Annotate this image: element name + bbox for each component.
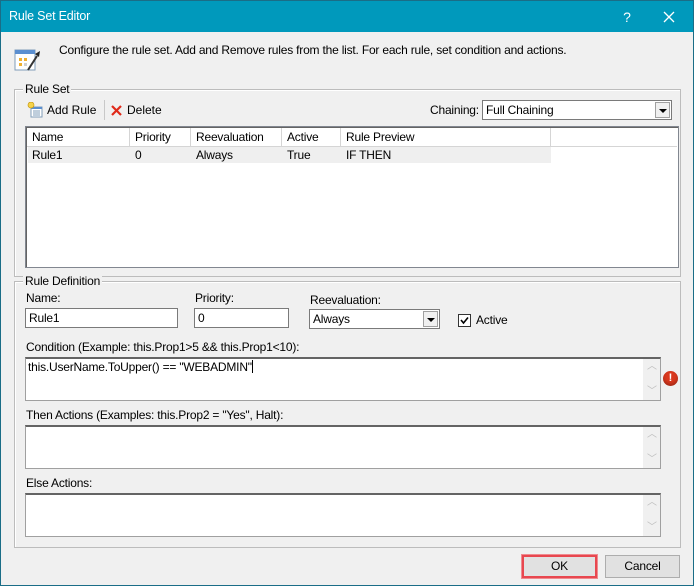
rules-list-header: Name Priority Reevaluation Active Rule P… [27,128,677,147]
chevron-down-icon[interactable] [655,102,670,118]
scroll-down-icon[interactable]: ﹀ [647,455,657,465]
priority-label: Priority: [195,291,234,305]
chaining-label: Chaining: [430,103,479,117]
priority-value: 0 [198,311,205,325]
cell-name: Rule1 [32,148,63,162]
close-button[interactable] [657,5,681,29]
name-input[interactable]: Rule1 [25,308,178,328]
active-label[interactable]: Active [476,313,508,327]
column-header-filler [551,128,678,146]
then-actions-label: Then Actions (Examples: this.Prop2 = "Ye… [26,408,284,422]
rule-set-icon [14,46,40,72]
header-description: Configure the rule set. Add and Remove r… [59,43,567,57]
else-actions-scrollbar[interactable]: ︿ ﹀ [643,495,660,536]
reevaluation-label: Reevaluation: [310,293,381,307]
name-label: Name: [26,291,61,305]
condition-input[interactable]: this.UserName.ToUpper() == "WEBADMIN" ︿ … [25,357,661,401]
priority-input[interactable]: 0 [194,308,289,328]
active-checkbox[interactable] [458,314,471,327]
add-rule-label: Add Rule [47,103,97,117]
scroll-up-icon[interactable]: ︿ [647,498,657,508]
toolbar-separator [104,100,105,120]
cell-preview: IF THEN [346,148,392,162]
cell-active: True [287,148,311,162]
error-icon[interactable]: ! [663,371,678,386]
delete-icon [111,104,122,116]
rule-set-editor-dialog: Rule Set Editor ? Configure the rule set… [0,0,694,586]
reevaluation-dropdown[interactable]: Always [309,309,440,329]
reevaluation-value: Always [313,312,350,326]
scroll-up-icon[interactable]: ︿ [647,430,657,440]
chaining-value: Full Chaining [486,103,554,117]
column-header-rule-preview[interactable]: Rule Preview [341,128,551,146]
chaining-dropdown[interactable]: Full Chaining [482,100,672,120]
rules-list[interactable]: Name Priority Reevaluation Active Rule P… [25,126,679,268]
else-actions-input[interactable]: ︿ ﹀ [25,493,661,537]
then-actions-input[interactable]: ︿ ﹀ [25,425,661,469]
condition-scrollbar[interactable]: ︿ ﹀ [643,359,660,400]
name-value: Rule1 [29,311,60,325]
table-row[interactable]: Rule1 0 Always True IF THEN [28,147,551,163]
column-header-active[interactable]: Active [282,128,341,146]
delete-button[interactable]: Delete [110,103,162,117]
ok-button[interactable]: OK [521,554,598,579]
column-header-name[interactable]: Name [27,128,130,146]
add-rule-icon [27,102,43,118]
add-rule-button[interactable]: Add Rule [27,102,96,118]
checkmark-icon [460,316,469,325]
chevron-down-icon[interactable] [423,311,438,327]
close-icon [663,11,675,23]
column-header-priority[interactable]: Priority [130,128,191,146]
window-title: Rule Set Editor [9,9,91,23]
then-actions-scrollbar[interactable]: ︿ ﹀ [643,427,660,468]
rule-definition-legend: Rule Definition [23,274,103,288]
else-actions-label: Else Actions: [26,476,93,490]
help-button[interactable]: ? [617,7,637,27]
text-caret [251,360,253,373]
delete-label: Delete [127,103,162,117]
rule-set-legend: Rule Set [23,82,72,96]
scroll-down-icon[interactable]: ﹀ [647,387,657,397]
condition-value: this.UserName.ToUpper() == "WEBADMIN" [28,360,252,374]
scroll-down-icon[interactable]: ﹀ [647,523,657,533]
cell-priority: 0 [135,148,142,162]
title-bar: Rule Set Editor ? [1,1,693,32]
cell-reevaluation: Always [196,148,233,162]
condition-label: Condition (Example: this.Prop1>5 && this… [26,340,300,354]
scroll-up-icon[interactable]: ︿ [647,362,657,372]
column-header-reevaluation[interactable]: Reevaluation [191,128,282,146]
cancel-button[interactable]: Cancel [605,555,680,578]
